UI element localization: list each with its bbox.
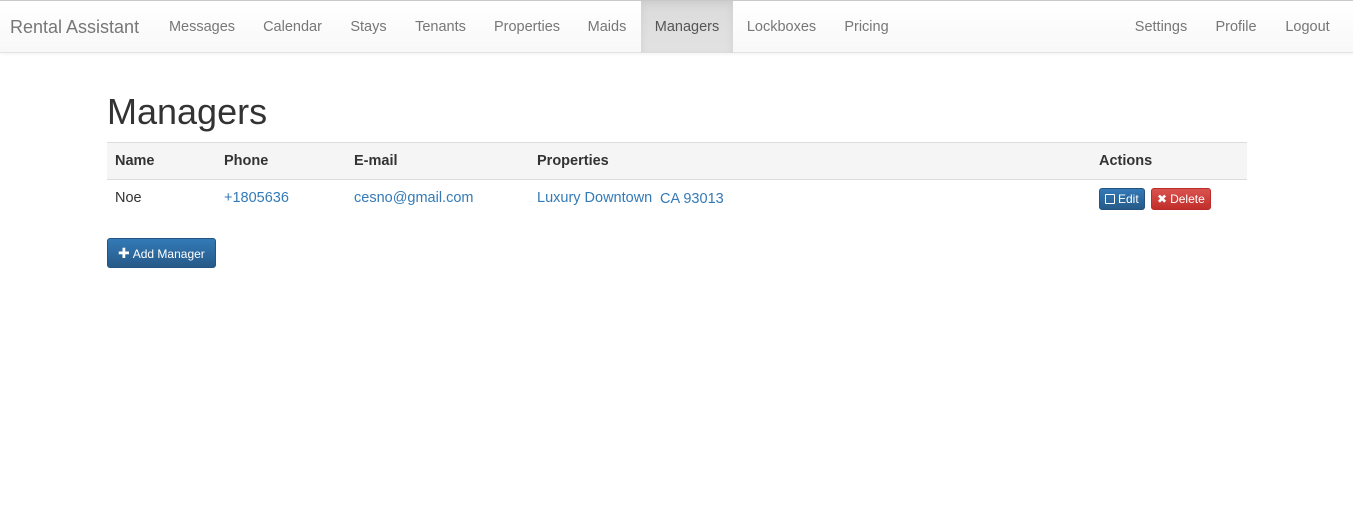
column-header-actions: Actions	[1099, 153, 1153, 169]
nav-item-settings[interactable]: Settings	[1121, 1, 1201, 53]
manager-phone-link[interactable]: +1805636	[224, 180, 289, 217]
add-manager-label: Add Manager	[132, 247, 205, 261]
page-title: Managers	[107, 91, 268, 132]
nav-item-lockboxes[interactable]: Lockboxes	[733, 1, 830, 53]
table-row: Noe +1805636 cesno@gmail.com Luxury Down…	[107, 180, 1247, 218]
nav-item-maids[interactable]: Maids	[574, 1, 640, 53]
nav-item-profile[interactable]: Profile	[1201, 1, 1271, 53]
property-link[interactable]: Luxury Downtown	[537, 180, 652, 217]
column-header-email: E-mail	[354, 153, 398, 169]
edit-button-label: Edit	[1118, 192, 1139, 206]
nav-item-properties[interactable]: Properties	[480, 1, 574, 53]
table-header-row: Name Phone E-mail Properties Actions	[107, 142, 1247, 180]
nav-item-calendar[interactable]: Calendar	[249, 1, 336, 53]
column-header-name: Name	[115, 153, 155, 169]
nav-item-logout[interactable]: Logout	[1271, 1, 1344, 53]
column-header-properties: Properties	[537, 153, 609, 169]
close-icon: ✖	[1157, 192, 1168, 206]
nav-item-tenants[interactable]: Tenants	[401, 1, 480, 53]
nav-item-stays[interactable]: Stays	[336, 1, 401, 53]
managers-table: Name Phone E-mail Properties Actions Noe…	[107, 142, 1247, 218]
brand-link[interactable]: Rental Assistant	[10, 1, 139, 53]
edit-icon	[1105, 194, 1115, 204]
nav-item-pricing[interactable]: Pricing	[830, 1, 903, 53]
nav-item-messages[interactable]: Messages	[155, 1, 249, 53]
property-address-link[interactable]: CA 93013	[660, 181, 724, 218]
column-header-phone: Phone	[224, 153, 269, 169]
add-manager-button[interactable]: ✚ Add Manager	[107, 238, 216, 268]
top-navbar: Rental Assistant Messages Calendar Stays…	[0, 0, 1353, 53]
manager-name: Noe	[115, 190, 142, 206]
edit-button[interactable]: Edit	[1099, 188, 1145, 210]
delete-button[interactable]: ✖ Delete	[1151, 188, 1211, 210]
nav-item-managers[interactable]: Managers	[641, 1, 733, 53]
plus-icon: ✚	[118, 245, 130, 261]
delete-button-label: Delete	[1170, 192, 1205, 206]
manager-email-link[interactable]: cesno@gmail.com	[354, 180, 473, 217]
